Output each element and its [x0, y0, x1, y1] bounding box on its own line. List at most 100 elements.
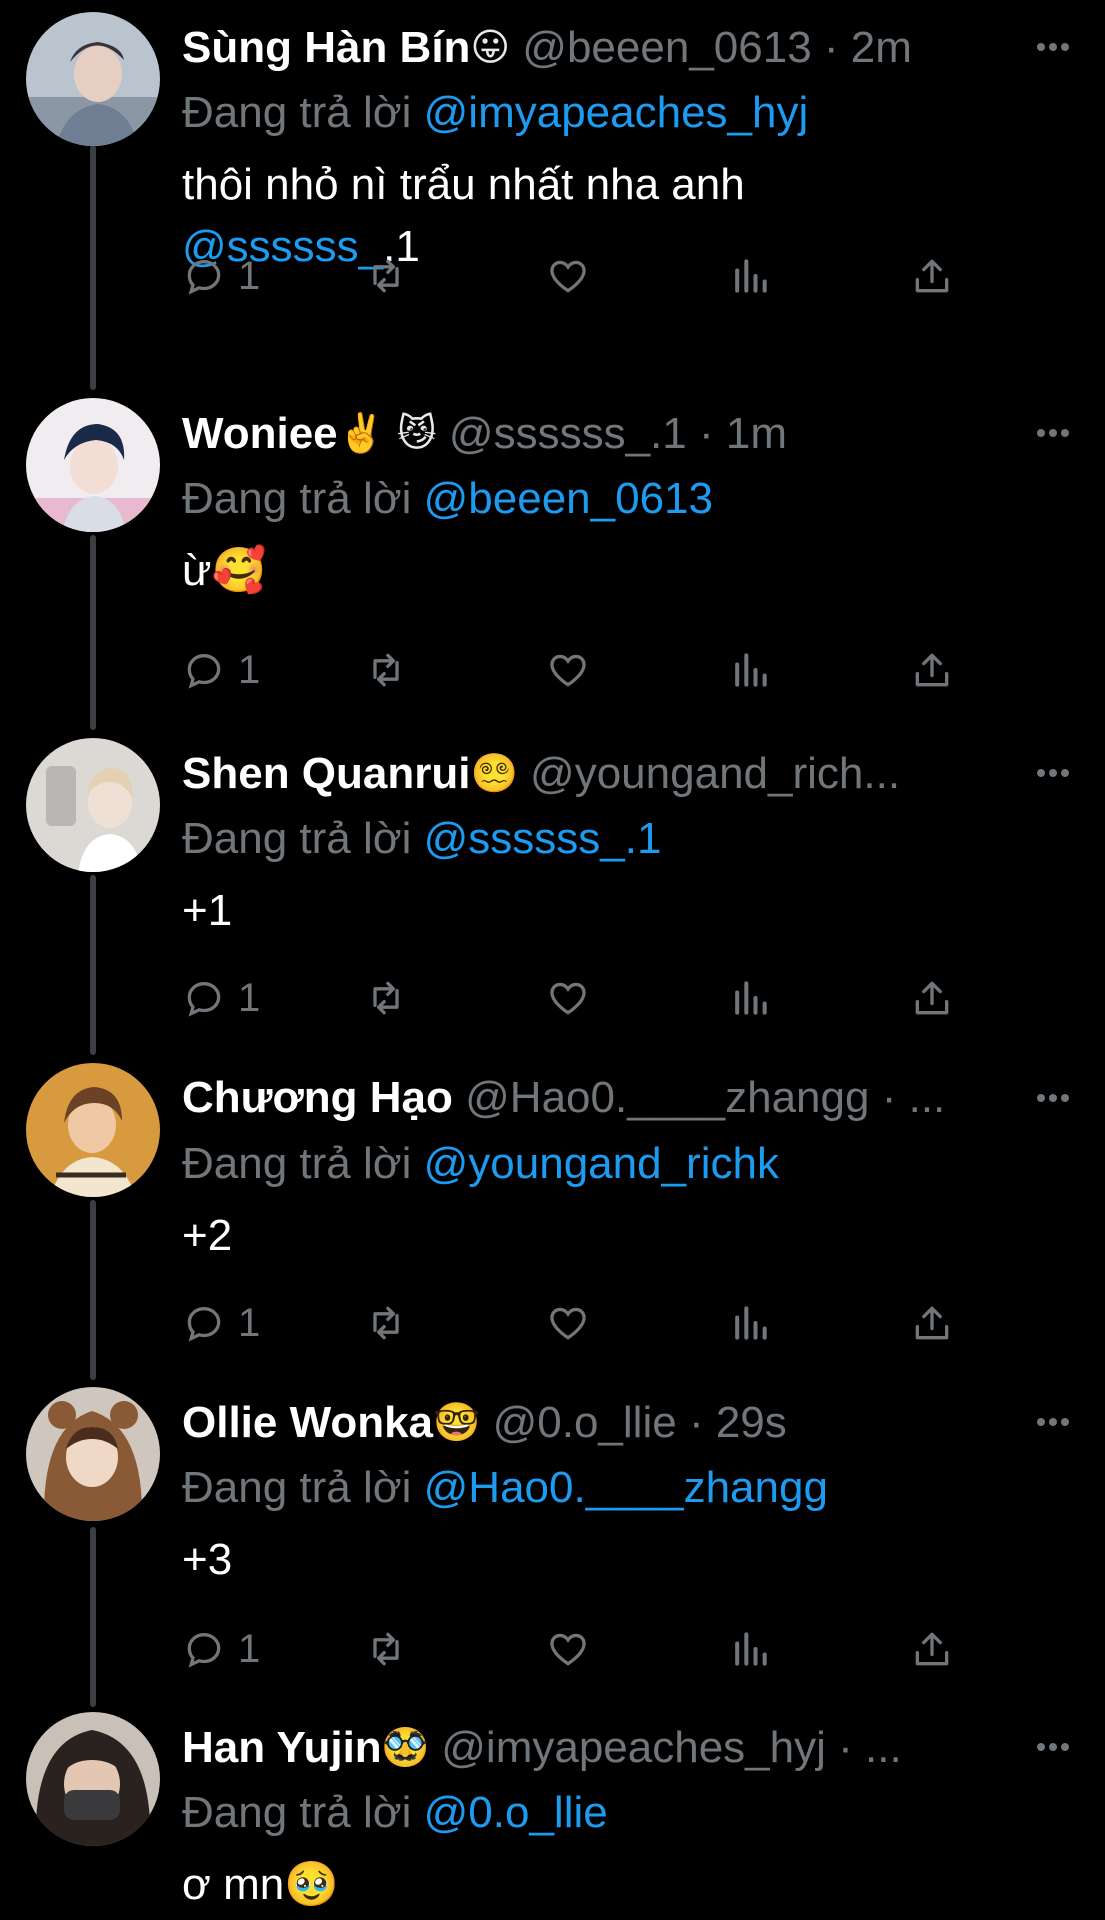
- share-button[interactable]: [910, 1619, 954, 1679]
- like-button[interactable]: [546, 246, 590, 306]
- share-button[interactable]: [910, 246, 954, 306]
- avatar[interactable]: [26, 1712, 160, 1846]
- reply-button[interactable]: 1: [182, 246, 260, 306]
- replying-to-mention[interactable]: @Hao0.____zhangg: [424, 1463, 828, 1512]
- timestamp[interactable]: 1m: [726, 409, 787, 458]
- share-icon: [915, 981, 949, 1015]
- retweet-icon: [373, 1632, 399, 1666]
- thread-line: [90, 535, 96, 730]
- timestamp[interactable]: ...: [909, 1073, 946, 1122]
- name-emoji: ✌️ 😼: [337, 411, 437, 455]
- user-handle[interactable]: @imyapeaches_hyj: [441, 1723, 826, 1772]
- more-dots-icon: [1037, 429, 1069, 437]
- avatar[interactable]: [26, 12, 160, 146]
- timestamp[interactable]: 2m: [851, 23, 912, 72]
- share-button[interactable]: [910, 968, 954, 1028]
- thread-line: [90, 145, 96, 390]
- heart-icon: [550, 1307, 586, 1340]
- timestamp[interactable]: ...: [865, 1723, 902, 1772]
- views-button[interactable]: [728, 1619, 772, 1679]
- replying-to-label: Đang trả lời: [182, 814, 412, 863]
- reply-count: 1: [238, 1300, 261, 1345]
- more-options-button[interactable]: [1029, 398, 1077, 468]
- like-button[interactable]: [546, 640, 590, 700]
- avatar[interactable]: [26, 1063, 160, 1197]
- more-options-button[interactable]: [1029, 1387, 1077, 1457]
- reply-button[interactable]: 1: [182, 640, 260, 700]
- replying-to-mention[interactable]: @beeen_0613: [424, 474, 713, 523]
- replying-to-mention[interactable]: @ssssss_.1: [424, 814, 662, 863]
- user-handle[interactable]: @0.o_llie: [493, 1398, 677, 1447]
- display-name[interactable]: Sùng Hàn Bín: [182, 23, 470, 72]
- tweet-text: ừ🥰: [182, 546, 267, 595]
- user-handle[interactable]: @youngand_rich...: [530, 749, 900, 798]
- avatar-image: [26, 1063, 160, 1197]
- separator-dot: ·: [881, 1073, 897, 1122]
- views-button[interactable]: [728, 246, 772, 306]
- separator-dot: ·: [698, 409, 714, 458]
- tweet-actions: 1: [182, 246, 1105, 306]
- thread-line: [90, 1527, 96, 1707]
- retweet-icon: [373, 981, 399, 1015]
- avatar[interactable]: [26, 1387, 160, 1521]
- replying-to-label: Đang trả lời: [182, 1788, 412, 1837]
- more-options-button[interactable]: [1029, 12, 1077, 82]
- share-button[interactable]: [910, 640, 954, 700]
- reply-count: 1: [238, 1626, 261, 1671]
- retweet-button[interactable]: [364, 1293, 408, 1353]
- reply-count: 1: [238, 647, 261, 692]
- replying-to-mention[interactable]: @youngand_richk: [424, 1139, 779, 1188]
- more-options-button[interactable]: [1029, 1063, 1077, 1133]
- more-options-button[interactable]: [1029, 738, 1077, 808]
- analytics-icon: [735, 653, 767, 687]
- like-button[interactable]: [546, 968, 590, 1028]
- replying-to-mention[interactable]: @imyapeaches_hyj: [424, 88, 809, 137]
- reply-count: 1: [238, 975, 261, 1020]
- views-button[interactable]: [728, 640, 772, 700]
- retweet-button[interactable]: [364, 968, 408, 1028]
- analytics-icon: [735, 981, 767, 1015]
- replying-to-label: Đang trả lời: [182, 1139, 412, 1188]
- heart-icon: [550, 654, 586, 687]
- display-name[interactable]: Ollie Wonka: [182, 1398, 433, 1447]
- display-name[interactable]: Han Yujin: [182, 1723, 382, 1772]
- avatar-image: [26, 1712, 160, 1846]
- views-button[interactable]: [728, 1293, 772, 1353]
- reply-button[interactable]: 1: [182, 1619, 260, 1679]
- avatar-image: [26, 738, 160, 872]
- separator-dot: ·: [688, 1398, 704, 1447]
- share-button[interactable]: [910, 1293, 954, 1353]
- user-handle[interactable]: @beeen_0613: [522, 23, 811, 72]
- replying-to: Đang trả lời @beeen_0613: [182, 468, 1077, 530]
- user-handle[interactable]: @Hao0.____zhangg: [465, 1073, 869, 1122]
- name-emoji: 🤓: [433, 1400, 481, 1444]
- user-handle[interactable]: @ssssss_.1: [449, 409, 687, 458]
- like-button[interactable]: [546, 1619, 590, 1679]
- retweet-button[interactable]: [364, 1619, 408, 1679]
- reply-button[interactable]: 1: [182, 968, 260, 1028]
- more-options-button[interactable]: [1029, 1712, 1077, 1782]
- retweet-icon: [373, 1306, 399, 1340]
- more-dots-icon: [1037, 43, 1069, 51]
- display-name[interactable]: Shen Quanrui: [182, 749, 470, 798]
- display-name[interactable]: Chương Hạo: [182, 1073, 453, 1122]
- reply-count: 1: [238, 253, 261, 298]
- more-dots-icon: [1037, 1743, 1069, 1751]
- replying-to-label: Đang trả lời: [182, 474, 412, 523]
- retweet-button[interactable]: [364, 640, 408, 700]
- views-button[interactable]: [728, 968, 772, 1028]
- reply-icon: [187, 1307, 221, 1342]
- avatar[interactable]: [26, 398, 160, 532]
- reply-button[interactable]: 1: [182, 1293, 260, 1353]
- timestamp[interactable]: 29s: [716, 1398, 787, 1447]
- replying-to-mention[interactable]: @0.o_llie: [424, 1788, 608, 1837]
- tweet-actions: 1: [182, 1293, 1105, 1353]
- heart-icon: [550, 260, 586, 293]
- retweet-button[interactable]: [364, 246, 408, 306]
- like-button[interactable]: [546, 1293, 590, 1353]
- display-name[interactable]: Woniee: [182, 409, 338, 458]
- avatar[interactable]: [26, 738, 160, 872]
- thread-line: [90, 875, 96, 1055]
- reply-icon: [187, 982, 221, 1017]
- replying-to: Đang trả lời @ssssss_.1: [182, 808, 1077, 870]
